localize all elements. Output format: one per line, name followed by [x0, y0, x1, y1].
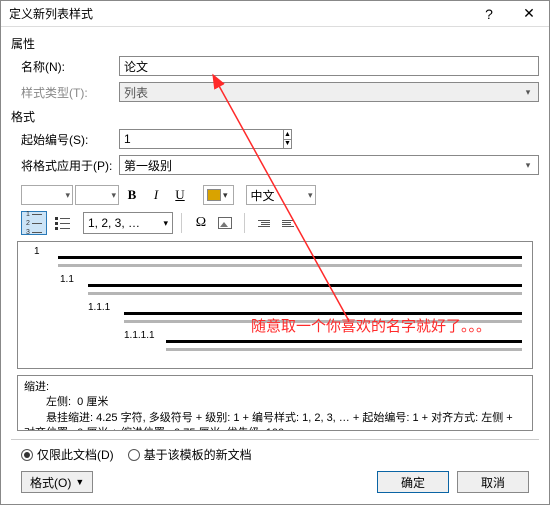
number-format-combo[interactable]: 1, 2, 3, …▾ — [83, 212, 173, 234]
format-menu-button[interactable]: 格式(O)▼ — [21, 471, 93, 493]
dialog-title: 定义新列表样式 — [9, 5, 469, 22]
color-swatch-icon — [207, 189, 221, 201]
cancel-button[interactable]: 取消 — [457, 471, 529, 493]
insert-symbol-button[interactable]: Ω — [190, 213, 212, 233]
spin-up-button[interactable]: ▲ — [284, 130, 291, 140]
preview-pane: 1 1.1 1.1.1 1.1.1.1 — [17, 241, 533, 369]
picture-icon — [218, 217, 232, 229]
chevron-down-icon: ▾ — [520, 84, 536, 100]
font-color-button[interactable]: ▾ — [203, 185, 234, 205]
italic-button[interactable]: I — [145, 185, 167, 205]
apply-value: 第一级别 — [124, 157, 172, 174]
help-button[interactable]: ? — [469, 1, 509, 27]
bulleted-list-button[interactable] — [49, 211, 75, 235]
name-label: 名称(N): — [11, 58, 119, 75]
section-properties: 属性 — [11, 35, 539, 52]
increase-indent-button[interactable] — [277, 213, 299, 233]
type-value: 列表 — [124, 84, 148, 101]
apply-level-combo[interactable]: 第一级别 ▾ — [119, 155, 539, 175]
name-input[interactable] — [119, 56, 539, 76]
font-toolbar: ▾ ▾ B I U ▾ 中文▾ — [11, 181, 539, 209]
increase-indent-icon — [282, 220, 294, 227]
type-combo: 列表 ▾ — [119, 82, 539, 102]
ok-button[interactable]: 确定 — [377, 471, 449, 493]
start-number-input[interactable] — [119, 129, 284, 149]
start-label: 起始编号(S): — [11, 131, 119, 148]
description-box: 缩进: 左侧: 0 厘米 悬挂缩进: 4.25 字符, 多级符号 + 级别: 1… — [17, 375, 533, 431]
chevron-down-icon: ▾ — [520, 157, 536, 173]
apply-label: 将格式应用于(P): — [11, 157, 119, 174]
spin-down-button[interactable]: ▼ — [284, 140, 291, 149]
close-button[interactable]: ✕ — [509, 1, 549, 27]
underline-button[interactable]: U — [169, 185, 191, 205]
titlebar: 定义新列表样式 ? ✕ — [1, 1, 549, 27]
decrease-indent-icon — [258, 220, 270, 227]
section-format: 格式 — [11, 108, 539, 125]
type-label: 样式类型(T): — [11, 84, 119, 101]
bold-button[interactable]: B — [121, 185, 143, 205]
font-family-combo[interactable]: ▾ — [21, 185, 73, 205]
numbered-list-button[interactable]: 123 — [21, 211, 47, 235]
chevron-down-icon: ▾ — [221, 190, 230, 201]
language-combo[interactable]: 中文▾ — [246, 185, 316, 205]
list-toolbar: 123 1, 2, 3, …▾ Ω — [11, 209, 539, 241]
radio-this-doc[interactable]: 仅限此文档(D) — [21, 446, 114, 463]
font-size-combo[interactable]: ▾ — [75, 185, 119, 205]
radio-template[interactable]: 基于该模板的新文档 — [128, 446, 252, 463]
insert-picture-button[interactable] — [214, 213, 236, 233]
decrease-indent-button[interactable] — [253, 213, 275, 233]
annotation-text: 随意取一个你喜欢的名字就好了。。。 — [251, 315, 491, 336]
